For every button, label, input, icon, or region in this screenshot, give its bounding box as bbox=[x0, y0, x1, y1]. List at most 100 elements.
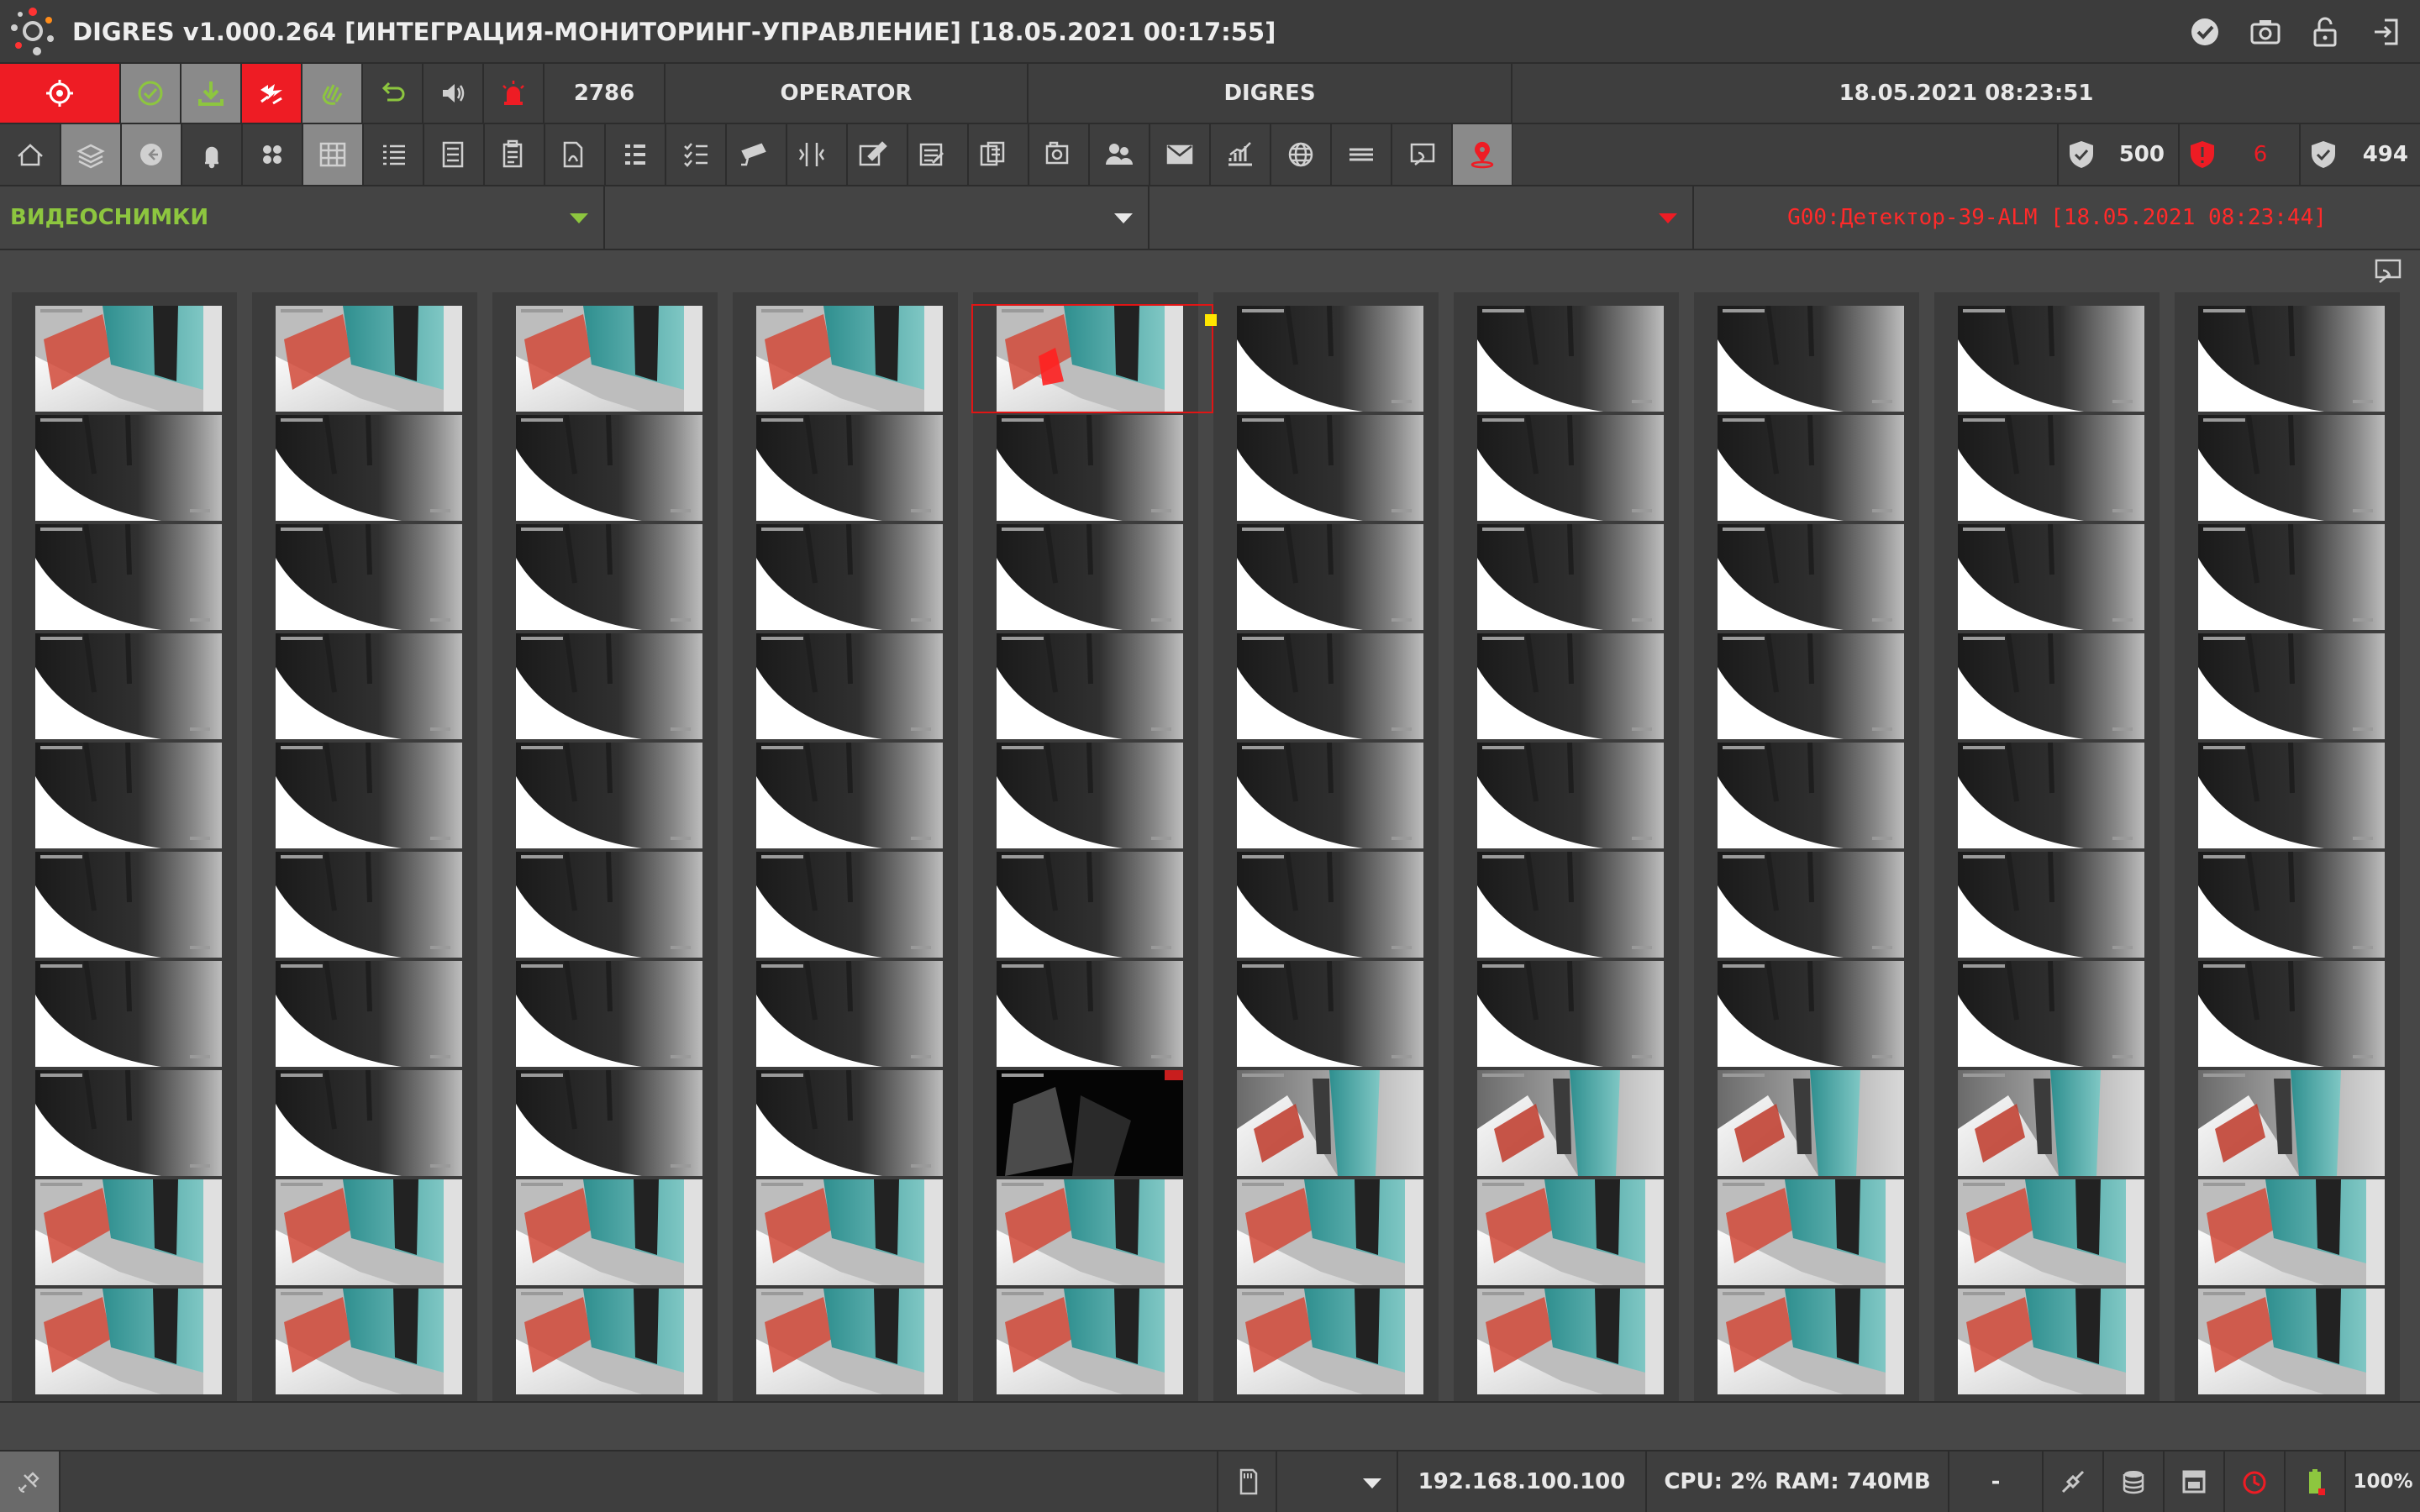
check-circle-icon[interactable] bbox=[2186, 13, 2223, 50]
snapshot-thumbnail[interactable] bbox=[1958, 415, 2144, 521]
grid4-icon[interactable] bbox=[263, 145, 281, 164]
snapshot-thumbnail[interactable] bbox=[1237, 1289, 1423, 1394]
undo-button[interactable] bbox=[363, 64, 424, 123]
report-icon[interactable] bbox=[919, 143, 944, 166]
snapshot-thumbnail[interactable] bbox=[1958, 306, 2144, 412]
snapshot-thumbnail[interactable] bbox=[756, 743, 943, 848]
snapshot-thumbnail[interactable] bbox=[997, 1070, 1183, 1176]
snapshot-thumbnail[interactable] bbox=[35, 1179, 222, 1285]
snapshot-thumbnail[interactable] bbox=[1477, 1070, 1664, 1176]
camera-cctv-icon[interactable] bbox=[741, 143, 766, 166]
snapshot-thumbnail[interactable] bbox=[2198, 1289, 2385, 1394]
snapshot-thumbnail[interactable] bbox=[35, 633, 222, 739]
snapshot-thumbnail[interactable] bbox=[756, 415, 943, 521]
snapshot-thumbnail[interactable] bbox=[756, 306, 943, 412]
snapshot-thumbnail[interactable] bbox=[1477, 306, 1664, 412]
snapshot-thumbnail[interactable] bbox=[2198, 633, 2385, 739]
lines-icon[interactable] bbox=[1349, 148, 1373, 161]
snapshot-thumbnail[interactable] bbox=[1477, 961, 1664, 1067]
snapshot-thumbnail[interactable] bbox=[756, 961, 943, 1067]
snapshot-thumbnail[interactable] bbox=[2198, 961, 2385, 1067]
snapshot-thumbnail[interactable] bbox=[997, 524, 1183, 630]
snapshot-thumbnail[interactable] bbox=[1958, 1179, 2144, 1285]
snapshot-thumbnail[interactable] bbox=[1237, 524, 1423, 630]
snapshot-thumbnail[interactable] bbox=[35, 306, 222, 412]
filter-select-2[interactable] bbox=[605, 186, 1150, 249]
snapshot-thumbnail[interactable] bbox=[2198, 415, 2385, 521]
snapshot-thumbnail[interactable] bbox=[1958, 743, 2144, 848]
list-numbered-icon[interactable] bbox=[625, 144, 645, 165]
snapshot-thumbnail[interactable] bbox=[997, 1179, 1183, 1285]
snapshot-thumbnail[interactable] bbox=[276, 852, 462, 958]
snapshot-thumbnail[interactable] bbox=[35, 743, 222, 848]
users-icon[interactable] bbox=[1106, 144, 1133, 165]
snapshot-thumbnail[interactable] bbox=[516, 1179, 702, 1285]
snapshot-thumbnail[interactable] bbox=[1477, 1179, 1664, 1285]
snapshot-thumbnail[interactable] bbox=[997, 1289, 1183, 1394]
sound-button[interactable] bbox=[424, 64, 484, 123]
snapshot-thumbnail[interactable] bbox=[276, 1289, 462, 1394]
snapshot-thumbnail[interactable] bbox=[276, 1070, 462, 1176]
snapshot-thumbnail[interactable] bbox=[1237, 1070, 1423, 1176]
hand-button[interactable] bbox=[302, 64, 363, 123]
snapshot-thumbnail[interactable] bbox=[1237, 415, 1423, 521]
download-button[interactable] bbox=[182, 64, 242, 123]
snapshot-thumbnail[interactable] bbox=[276, 306, 462, 412]
snapshot-thumbnail[interactable] bbox=[756, 1179, 943, 1285]
snapshot-thumbnail[interactable] bbox=[1718, 743, 1904, 848]
snapshot-thumbnail[interactable] bbox=[2198, 1070, 2385, 1176]
checklist-icon[interactable] bbox=[684, 143, 708, 167]
lightning-button[interactable] bbox=[242, 64, 302, 123]
snapshot-thumbnail[interactable] bbox=[35, 415, 222, 521]
snapshot-thumbnail[interactable] bbox=[516, 961, 702, 1067]
snapshot-thumbnail[interactable] bbox=[1958, 1289, 2144, 1394]
snapshot-thumbnail[interactable] bbox=[2198, 1179, 2385, 1285]
snapshot-thumbnail[interactable] bbox=[2198, 743, 2385, 848]
snapshot-thumbnail[interactable] bbox=[756, 852, 943, 958]
snapshot-thumbnail[interactable] bbox=[1477, 852, 1664, 958]
snapshot-thumbnail[interactable] bbox=[756, 524, 943, 630]
snapshot-thumbnail[interactable] bbox=[1958, 961, 2144, 1067]
snapshot-thumbnail[interactable] bbox=[1477, 743, 1664, 848]
snapshot-thumbnail[interactable] bbox=[756, 1070, 943, 1176]
clipboard-icon[interactable] bbox=[502, 139, 523, 168]
snapshot-thumbnail[interactable] bbox=[1237, 852, 1423, 958]
snapshot-thumbnail[interactable] bbox=[516, 306, 702, 412]
snapshot-thumbnail[interactable] bbox=[1477, 633, 1664, 739]
snapshot-thumbnail[interactable] bbox=[35, 524, 222, 630]
camera-icon[interactable] bbox=[2247, 13, 2284, 50]
snapshot-thumbnail[interactable] bbox=[516, 743, 702, 848]
screen-icon[interactable] bbox=[1410, 143, 1435, 165]
snapshot-thumbnail[interactable] bbox=[516, 415, 702, 521]
mail-icon[interactable] bbox=[1166, 144, 1193, 165]
snapshot-thumbnail[interactable] bbox=[2198, 306, 2385, 412]
screen-icon[interactable] bbox=[2371, 257, 2405, 289]
cards-icon[interactable] bbox=[442, 141, 464, 168]
snapshot-thumbnail[interactable] bbox=[35, 961, 222, 1067]
battery-button[interactable] bbox=[2286, 1452, 2346, 1512]
connection-button[interactable] bbox=[2044, 1452, 2104, 1512]
snapshot-thumbnail[interactable] bbox=[1718, 633, 1904, 739]
exit-icon[interactable] bbox=[2368, 13, 2405, 50]
snapshot-thumbnail[interactable] bbox=[756, 1289, 943, 1394]
snapshot-thumbnail[interactable] bbox=[1958, 852, 2144, 958]
snapshot-thumbnail[interactable] bbox=[1237, 633, 1423, 739]
home-icon[interactable] bbox=[18, 144, 43, 166]
snapshot-thumbnail[interactable] bbox=[1237, 1179, 1423, 1285]
pdf-icon[interactable] bbox=[563, 141, 583, 168]
snapshot-thumbnail[interactable] bbox=[756, 633, 943, 739]
zoom-level[interactable]: 100% bbox=[2346, 1452, 2420, 1512]
clock-button[interactable] bbox=[2225, 1452, 2286, 1512]
snapshot-thumbnail[interactable] bbox=[516, 524, 702, 630]
storage-select[interactable] bbox=[1277, 1452, 1398, 1512]
acknowledge-button[interactable] bbox=[121, 64, 182, 123]
snapshot-thumbnail[interactable] bbox=[1958, 1070, 2144, 1176]
snapshot-thumbnail[interactable] bbox=[516, 633, 702, 739]
snapshot-thumbnail[interactable] bbox=[276, 961, 462, 1067]
filter-select-3[interactable] bbox=[1150, 186, 1694, 249]
snapshot-thumbnail[interactable] bbox=[997, 633, 1183, 739]
snapshot-thumbnail[interactable] bbox=[276, 633, 462, 739]
snapshot-thumbnail[interactable] bbox=[35, 1070, 222, 1176]
database-button[interactable] bbox=[2104, 1452, 2165, 1512]
chart-icon[interactable] bbox=[1228, 142, 1252, 166]
